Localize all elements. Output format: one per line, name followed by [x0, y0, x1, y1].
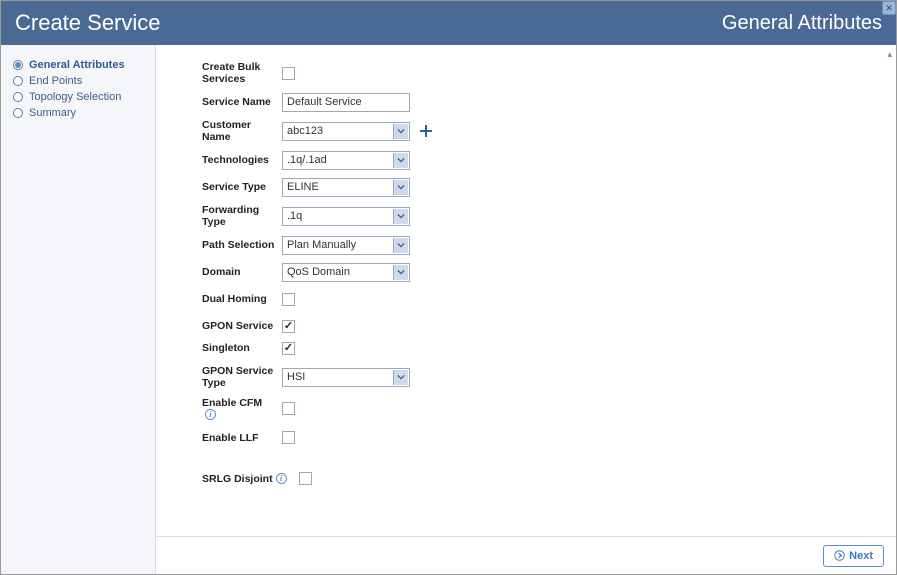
label-gpon-service-type: GPON Service Type	[202, 365, 282, 389]
wizard-step-label: Summary	[29, 107, 76, 119]
select-service-type[interactable]: ELINE	[282, 178, 410, 197]
label-service-name: Service Name	[202, 96, 282, 108]
wizard-step-label: End Points	[29, 75, 82, 87]
checkbox-create-bulk-services[interactable]	[282, 67, 295, 80]
label-service-type: Service Type	[202, 181, 282, 193]
dialog-title-left: Create Service	[15, 10, 161, 36]
select-domain[interactable]: QoS Domain	[282, 263, 410, 282]
label-create-bulk-services: Create Bulk Services	[202, 61, 282, 85]
wizard-sidebar: General Attributes End Points Topology S…	[1, 45, 156, 574]
select-value: abc123	[287, 125, 323, 137]
arrow-right-icon	[834, 550, 845, 561]
next-button-label: Next	[849, 550, 873, 562]
radio-icon	[13, 108, 23, 118]
select-value: ELINE	[287, 181, 319, 193]
info-icon[interactable]: i	[276, 473, 287, 484]
label-dual-homing: Dual Homing	[202, 293, 282, 305]
select-gpon-service-type[interactable]: HSI	[282, 368, 410, 387]
label-domain: Domain	[202, 266, 282, 278]
checkbox-enable-cfm[interactable]	[282, 402, 295, 415]
wizard-step-topology-selection[interactable]: Topology Selection	[13, 89, 145, 105]
select-value: HSI	[287, 371, 305, 383]
label-srlg-disjoint: SRLG Disjointi	[202, 473, 293, 485]
wizard-step-label: General Attributes	[29, 59, 125, 71]
checkbox-singleton[interactable]	[282, 342, 295, 355]
close-button[interactable]: ✕	[882, 1, 896, 15]
chevron-down-icon	[393, 124, 408, 139]
wizard-step-label: Topology Selection	[29, 91, 121, 103]
scroll-up-icon[interactable]: ▴	[887, 49, 892, 60]
titlebar: Create Service General Attributes	[1, 1, 896, 45]
plus-icon	[418, 123, 434, 139]
select-forwarding-type[interactable]: .1q	[282, 207, 410, 226]
wizard-step-end-points[interactable]: End Points	[13, 73, 145, 89]
select-value: .1q/.1ad	[287, 154, 327, 166]
next-button[interactable]: Next	[823, 545, 884, 567]
label-enable-cfm: Enable CFMi	[202, 397, 282, 421]
chevron-down-icon	[393, 180, 408, 195]
close-icon: ✕	[885, 3, 893, 14]
select-path-selection[interactable]: Plan Manually	[282, 236, 410, 255]
checkbox-dual-homing[interactable]	[282, 293, 295, 306]
checkbox-enable-llf[interactable]	[282, 431, 295, 444]
label-technologies: Technologies	[202, 154, 282, 166]
input-service-name[interactable]	[282, 93, 410, 112]
chevron-down-icon	[393, 238, 408, 253]
chevron-down-icon	[393, 265, 408, 280]
label-path-selection: Path Selection	[202, 239, 282, 251]
select-technologies[interactable]: .1q/.1ad	[282, 151, 410, 170]
label-forwarding-type: Forwarding Type	[202, 204, 282, 228]
chevron-down-icon	[393, 153, 408, 168]
dialog-window: ✕ Create Service General Attributes Gene…	[0, 0, 897, 575]
chevron-down-icon	[393, 370, 408, 385]
label-enable-llf: Enable LLF	[202, 432, 282, 444]
form-panel: ▴ Create Bulk Services Service Name Cust…	[156, 45, 896, 574]
info-icon[interactable]: i	[205, 409, 216, 420]
wizard-step-general-attributes[interactable]: General Attributes	[13, 57, 145, 73]
radio-icon	[13, 92, 23, 102]
select-customer-name[interactable]: abc123	[282, 122, 410, 141]
checkbox-srlg-disjoint[interactable]	[299, 472, 312, 485]
select-value: Plan Manually	[287, 239, 356, 251]
select-value: .1q	[287, 210, 302, 222]
label-gpon-service: GPON Service	[202, 320, 282, 332]
checkbox-gpon-service[interactable]	[282, 320, 295, 333]
label-customer-name: Customer Name	[202, 119, 282, 143]
dialog-footer: Next	[156, 536, 896, 574]
radio-icon	[13, 76, 23, 86]
dialog-title-right: General Attributes	[722, 12, 882, 35]
radio-icon	[13, 60, 23, 70]
add-customer-button[interactable]	[418, 123, 434, 139]
select-value: QoS Domain	[287, 266, 350, 278]
chevron-down-icon	[393, 209, 408, 224]
label-singleton: Singleton	[202, 342, 282, 354]
wizard-step-summary[interactable]: Summary	[13, 105, 145, 121]
